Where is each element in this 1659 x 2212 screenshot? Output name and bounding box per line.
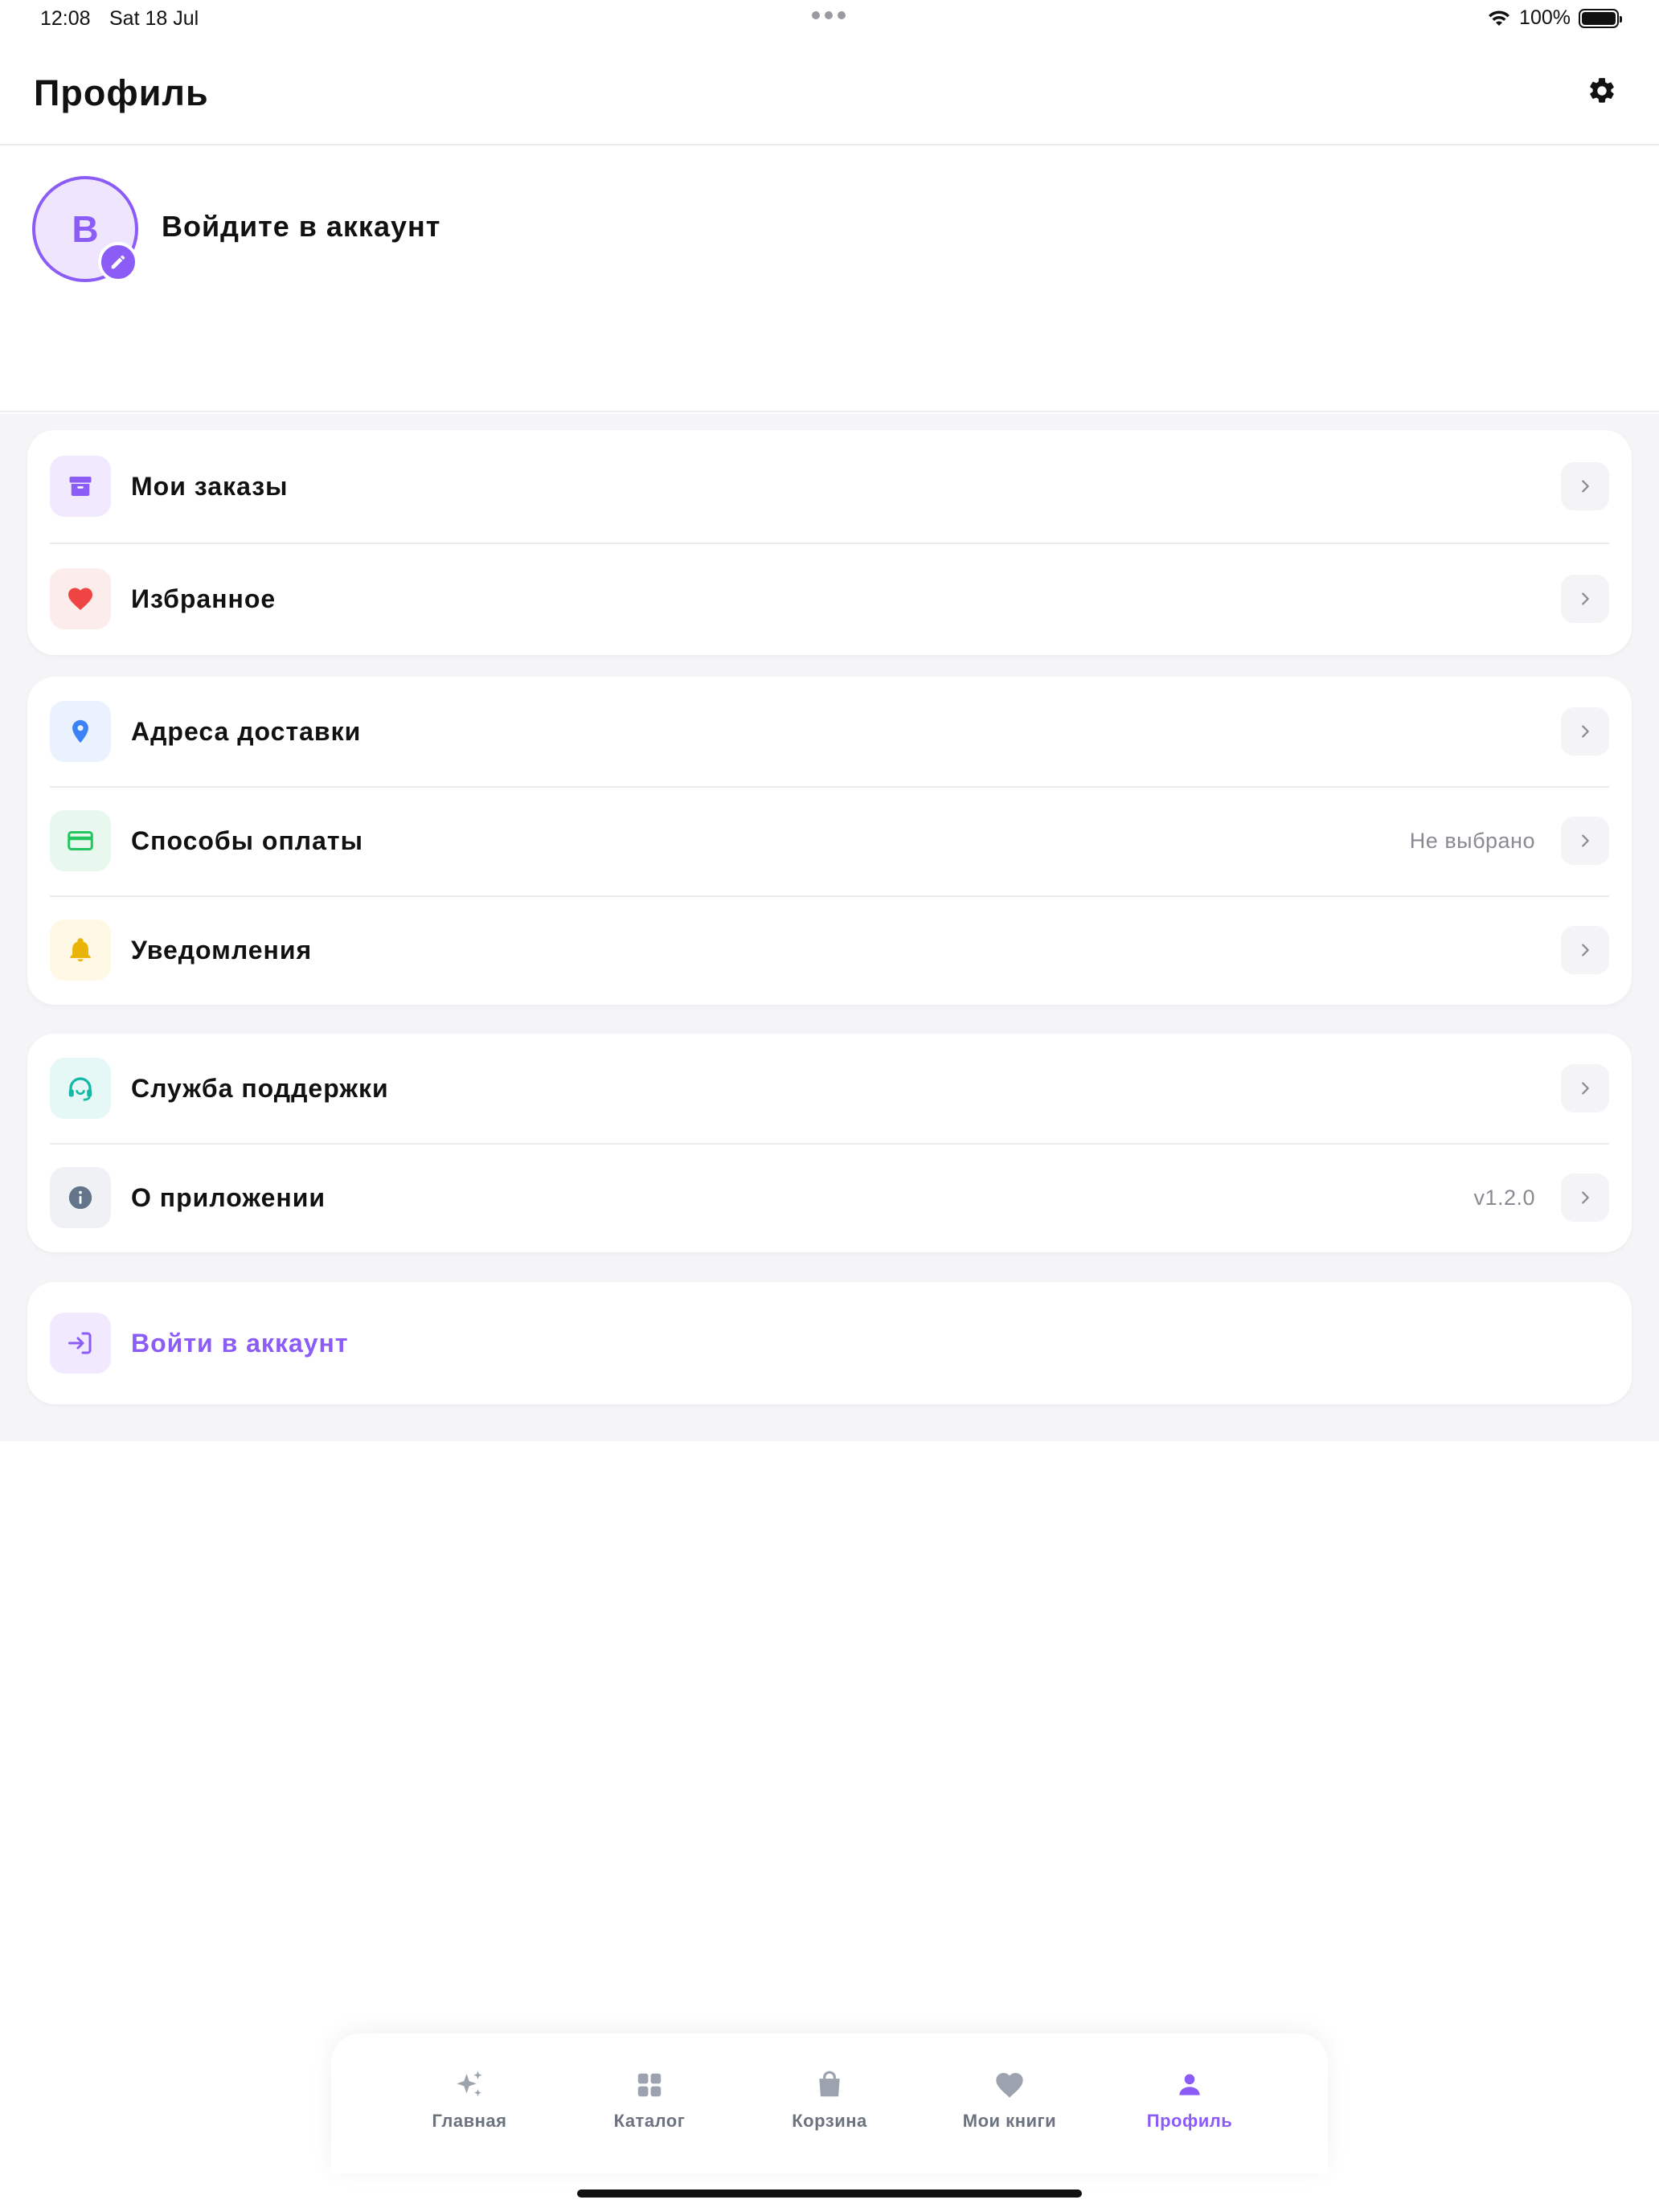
- chevron-right-icon[interactable]: [1561, 1064, 1609, 1112]
- sparkles-icon: [452, 2067, 487, 2103]
- menu-item-support[interactable]: Служба поддержки: [27, 1034, 1632, 1143]
- login-label: Войти в аккаунт: [131, 1328, 349, 1358]
- person-icon: [1172, 2067, 1207, 2103]
- multitasking-dots-icon[interactable]: [812, 11, 846, 19]
- tab-label: Корзина: [792, 2111, 867, 2131]
- page-title: Профиль: [34, 72, 209, 113]
- bottom-tab-bar: Главная Каталог Корзина Мои книги Профил…: [331, 2034, 1328, 2173]
- tab-label: Каталог: [613, 2111, 686, 2131]
- profile-section: В Войдите в аккаунт: [0, 147, 1659, 412]
- battery-percent: 100%: [1519, 6, 1571, 29]
- tab-my-books[interactable]: Мои книги: [937, 2034, 1082, 2173]
- tab-label: Мои книги: [962, 2111, 1057, 2131]
- archive-icon: [50, 456, 111, 517]
- location-pin-icon: [50, 701, 111, 762]
- tab-catalog[interactable]: Каталог: [577, 2034, 722, 2173]
- battery-icon: [1579, 8, 1622, 28]
- wifi-icon: [1489, 10, 1510, 26]
- settings-button[interactable]: [1587, 76, 1617, 106]
- chevron-right-icon[interactable]: [1561, 707, 1609, 756]
- menu-item-label: Мои заказы: [131, 471, 289, 501]
- menu-item-about[interactable]: О приложении v1.2.0: [27, 1143, 1632, 1252]
- login-card: Войти в аккаунт: [27, 1282, 1632, 1404]
- menu-item-label: Уведомления: [131, 935, 313, 965]
- tab-label: Профиль: [1146, 2111, 1233, 2131]
- chevron-right-icon[interactable]: [1561, 1174, 1609, 1222]
- gear-icon: [1590, 78, 1614, 103]
- status-bar: 12:08 Sat 18 Jul 100%: [0, 0, 1659, 40]
- credit-card-icon: [50, 810, 111, 871]
- headset-icon: [50, 1058, 111, 1119]
- menu-item-addresses[interactable]: Адреса доставки: [27, 677, 1632, 786]
- chevron-right-icon[interactable]: [1561, 462, 1609, 510]
- login-prompt: Войдите в аккаунт: [162, 210, 441, 243]
- menu-item-label: Адреса доставки: [131, 716, 362, 746]
- info-icon: [50, 1167, 111, 1228]
- menu-item-label: Избранное: [131, 584, 276, 613]
- menu-area: Мои заказы Избранное Адреса доставки Спо…: [0, 414, 1659, 1441]
- grid-icon: [632, 2067, 667, 2103]
- status-indicators: 100%: [1487, 6, 1622, 30]
- home-indicator[interactable]: [577, 2189, 1082, 2198]
- menu-group-orders: Мои заказы Избранное: [27, 430, 1632, 655]
- chevron-right-icon[interactable]: [1561, 817, 1609, 865]
- menu-item-notifications[interactable]: Уведомления: [27, 895, 1632, 1005]
- menu-item-orders[interactable]: Мои заказы: [27, 430, 1632, 543]
- tab-home[interactable]: Главная: [397, 2034, 542, 2173]
- tab-cart[interactable]: Корзина: [757, 2034, 902, 2173]
- tab-label: Главная: [432, 2111, 507, 2131]
- menu-group-support: Служба поддержки О приложении v1.2.0: [27, 1034, 1632, 1252]
- avatar-letter: В: [72, 208, 99, 250]
- shopping-bag-icon: [812, 2067, 847, 2103]
- chevron-right-icon[interactable]: [1561, 926, 1609, 974]
- status-time: 12:08: [40, 7, 91, 30]
- tab-profile[interactable]: Профиль: [1117, 2034, 1262, 2173]
- heart-icon: [992, 2067, 1027, 2103]
- edit-avatar-button[interactable]: [98, 242, 138, 282]
- menu-item-label: Способы оплаты: [131, 825, 363, 855]
- bell-icon: [50, 920, 111, 981]
- app-version: v1.2.0: [1473, 1185, 1535, 1210]
- heart-icon: [50, 568, 111, 629]
- chevron-right-icon[interactable]: [1561, 575, 1609, 623]
- header: Профиль: [0, 40, 1659, 145]
- login-icon: [50, 1313, 111, 1374]
- status-date: Sat 18 Jul: [109, 7, 199, 30]
- menu-item-label: О приложении: [131, 1182, 326, 1212]
- menu-item-payment[interactable]: Способы оплаты Не выбрано: [27, 786, 1632, 895]
- menu-item-label: Служба поддержки: [131, 1073, 389, 1103]
- menu-item-favorites[interactable]: Избранное: [27, 543, 1632, 655]
- login-button[interactable]: Войти в аккаунт: [27, 1282, 1632, 1404]
- pencil-icon: [111, 255, 125, 269]
- menu-group-settings: Адреса доставки Способы оплаты Не выбран…: [27, 677, 1632, 1005]
- payment-status: Не выбрано: [1409, 828, 1535, 853]
